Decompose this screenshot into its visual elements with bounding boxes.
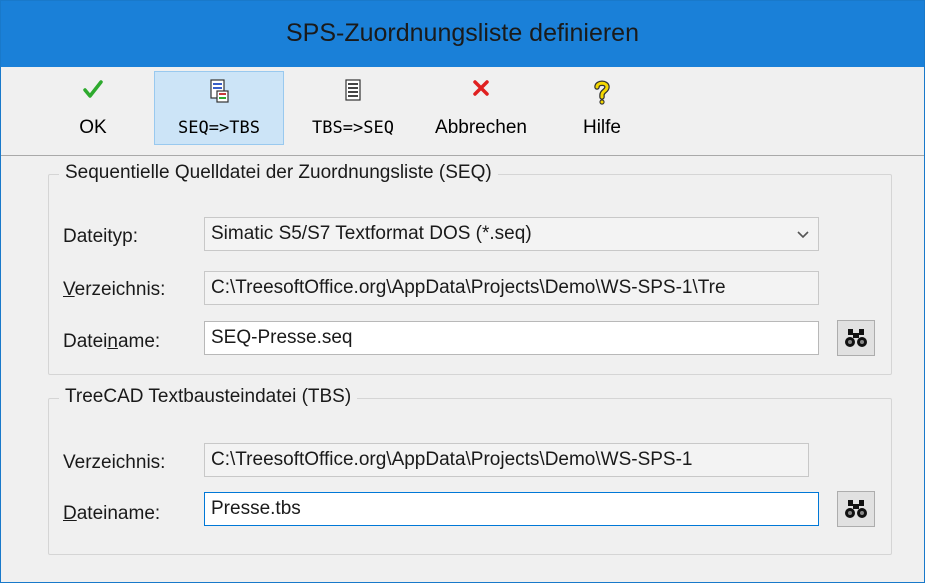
seq-directory-label: Verzeichnis: [63,279,165,301]
filetype-select[interactable]: Simatic S5/S7 Textformat DOS (*.seq) [204,217,819,251]
binoculars-icon [845,329,867,347]
tbs-to-seq-label: TBS=>SEQ [312,118,394,138]
tbs-filename-input[interactable]: Presse.tbs [204,492,819,526]
tbs-filename-label: Dateiname: [63,503,160,525]
seq-filename-label-accel: n [107,331,118,352]
tbs-directory-value: C:\TreesoftOffice.org\AppData\Projects\D… [211,449,693,470]
tbs-group-legend: TreeCAD Textbausteindatei (TBS) [59,386,358,408]
tbs-filename-label-accel: D [63,503,77,524]
filetype-label: Dateityp: [63,226,138,247]
binoculars-icon [845,500,867,518]
tbs-browse-button[interactable] [837,491,875,527]
tbs-directory-label: Verzeichnis: [63,452,166,473]
tbs-filename-label-rest: ateiname: [76,503,161,524]
ok-button-label: OK [79,117,107,138]
help-button[interactable]: Hilfe [571,71,633,145]
cancel-button[interactable]: Abbrechen [419,71,543,145]
window-title: SPS-Zuordnungsliste definieren [286,19,639,47]
toolbar: OK SEQ=>TBS TBS=>SEQ Abbrechen Hilfe [1,67,924,156]
cross-icon [420,78,542,108]
tbs-filename-value: Presse.tbs [211,498,301,519]
document-convert-icon [155,78,283,108]
seq-browse-button[interactable] [837,320,875,356]
tbs-target-group: TreeCAD Textbausteindatei (TBS) Verzeich… [48,386,892,555]
title-bar[interactable]: SPS-Zuordnungsliste definieren [1,1,924,67]
seq-filename-label: Dateiname: [63,331,160,353]
seq-filename-value: SEQ-Presse.seq [211,327,353,348]
seq-group-legend: Sequentielle Quelldatei der Zuordnungsli… [59,162,498,184]
tbs-to-seq-button[interactable]: TBS=>SEQ [288,71,418,145]
document-list-icon [289,78,417,108]
seq-filename-input[interactable]: SEQ-Presse.seq [204,321,819,355]
cancel-button-label: Abbrechen [435,117,527,138]
chevron-down-icon [796,225,810,247]
question-mark-icon [572,78,632,108]
seq-directory-label-rest: erzeichnis: [74,279,166,300]
seq-directory-label-accel: V [63,279,75,300]
ok-button[interactable]: OK [65,71,121,145]
dialog-window: SPS-Zuordnungsliste definieren OK SEQ=>T… [0,0,925,583]
seq-filename-label-pre: Datei [63,331,108,352]
tbs-directory-field[interactable]: C:\TreesoftOffice.org\AppData\Projects\D… [204,443,809,477]
seq-filename-label-post: ame: [117,331,161,352]
seq-directory-value: C:\TreesoftOffice.org\AppData\Projects\D… [211,277,726,298]
seq-to-tbs-label: SEQ=>TBS [178,118,260,138]
seq-source-group: Sequentielle Quelldatei der Zuordnungsli… [48,162,892,375]
filetype-value: Simatic S5/S7 Textformat DOS (*.seq) [211,223,532,244]
seq-directory-field[interactable]: C:\TreesoftOffice.org\AppData\Projects\D… [204,271,819,305]
help-button-label: Hilfe [582,117,621,138]
seq-to-tbs-button[interactable]: SEQ=>TBS [154,71,284,145]
checkmark-icon [66,78,120,108]
